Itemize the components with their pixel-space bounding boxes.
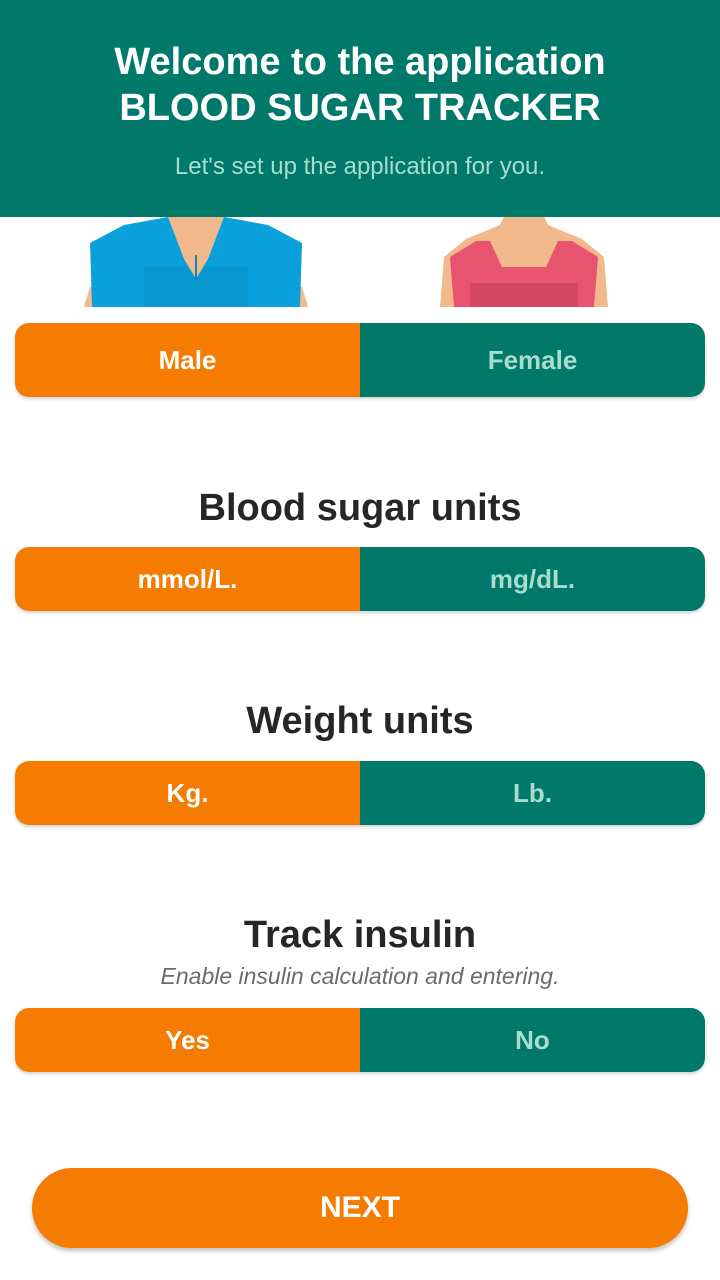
welcome-header: Welcome to the application BLOOD SUGAR T… bbox=[0, 0, 720, 217]
weight-units-title: Weight units bbox=[246, 700, 474, 742]
header-subtitle: Let's set up the application for you. bbox=[174, 153, 546, 180]
gender-option-female[interactable]: Female bbox=[360, 323, 705, 397]
female-avatar-icon[interactable] bbox=[440, 217, 608, 307]
insulin-option-yes[interactable]: Yes bbox=[15, 1008, 360, 1072]
unit-option-mmol[interactable]: mmol/L. bbox=[15, 547, 360, 611]
weight-units-toggle: Kg. Lb. bbox=[15, 761, 705, 825]
insulin-option-no[interactable]: No bbox=[360, 1008, 705, 1072]
gender-toggle: Male Female bbox=[15, 323, 705, 397]
header-title-line2: BLOOD SUGAR TRACKER bbox=[119, 87, 601, 129]
blood-sugar-units-title: Blood sugar units bbox=[198, 487, 522, 529]
weight-option-kg[interactable]: Kg. bbox=[15, 761, 360, 825]
track-insulin-toggle: Yes No bbox=[15, 1008, 705, 1072]
male-avatar-icon[interactable] bbox=[84, 217, 308, 307]
header-title-line1: Welcome to the application bbox=[114, 41, 606, 83]
next-button[interactable]: NEXT bbox=[32, 1168, 688, 1248]
track-insulin-description: Enable insulin calculation and entering. bbox=[160, 963, 560, 989]
blood-sugar-units-toggle: mmol/L. mg/dL. bbox=[15, 547, 705, 611]
track-insulin-title: Track insulin bbox=[243, 914, 477, 956]
setup-screen: Welcome to the application BLOOD SUGAR T… bbox=[0, 0, 720, 1280]
unit-option-mgdl[interactable]: mg/dL. bbox=[360, 547, 705, 611]
gender-option-male[interactable]: Male bbox=[15, 323, 360, 397]
weight-option-lb[interactable]: Lb. bbox=[360, 761, 705, 825]
